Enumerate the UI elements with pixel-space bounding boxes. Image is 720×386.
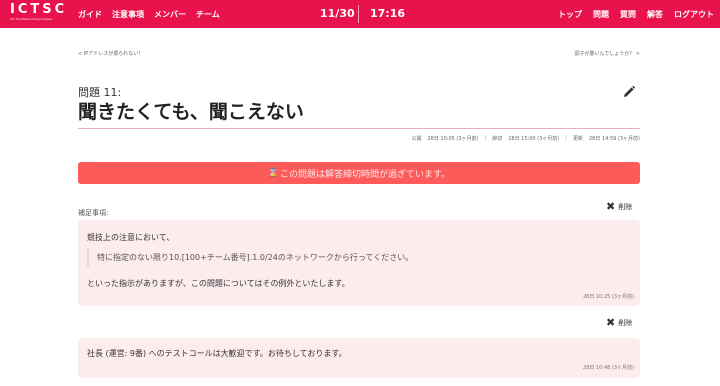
note-quote: 特に指定のない限り10.[100+チーム番号].1.0/24のネットワークから行… (87, 249, 507, 267)
meta-separator: | (484, 135, 487, 141)
nav-problems-link[interactable]: 問題 (593, 9, 609, 20)
published-label: 公開 (411, 136, 422, 142)
supplement-note: 競技上の注意において、 特に指定のない限り10.[100+チーム番号].1.0/… (78, 220, 640, 306)
alert-text: この問題は解答締切時間が過ぎています。 (280, 169, 451, 180)
supplement-note: 社長 (運営: 9番) へのテストコールは大歓迎です。お待ちしております。 28… (78, 338, 640, 378)
nav-team-link[interactable]: チーム (196, 9, 220, 20)
logo-subtext: ICT Troubleshooting Contest (10, 17, 53, 21)
close-icon: ✖ (606, 200, 616, 213)
deadline-value: 28日 15:00 (3ヶ月前) (508, 136, 560, 142)
delete-label: 削除 (618, 203, 633, 211)
nav-rules-link[interactable]: 注意事項 (112, 9, 144, 20)
contest-date: 11/30 (320, 7, 355, 20)
nav-answers-link[interactable]: 解答 (647, 9, 663, 20)
ictsc-logo[interactable]: ICTSC ICT Troubleshooting Contest (10, 3, 70, 25)
clock-divider (358, 5, 359, 23)
delete-note-button[interactable]: ✖ 削除 (606, 316, 633, 329)
prev-problem-link[interactable]: < IPアドレスが振られない！ (78, 50, 143, 57)
deadline-alert: ⌛ この問題は解答締切時間が過ぎています。 (78, 162, 640, 184)
contest-time: 17:16 (370, 7, 406, 20)
note-timestamp: 28日 10:48 (3ヶ月前) (582, 365, 634, 371)
nav-questions-link[interactable]: 質問 (620, 9, 636, 20)
problem-title: 聞きたくても、聞こえない (78, 101, 304, 123)
note-text: といった指示がありますが、この問題についてはその例外といたします。 (87, 279, 350, 288)
note-text: 社長 (運営: 9番) へのテストコールは大歓迎です。お待ちしております。 (87, 349, 347, 358)
pencil-icon[interactable] (622, 84, 636, 98)
nav-top-link[interactable]: トップ (558, 9, 582, 20)
problem-meta: 公開 28日 10:05 (3ヶ月前) | 締切 28日 15:00 (3ヶ月前… (411, 135, 640, 142)
updated-label: 更新 (572, 136, 583, 142)
hourglass-icon: ⌛ (267, 168, 280, 178)
nav-left: ガイド 注意事項 メンバー チーム (78, 0, 230, 28)
delete-label: 削除 (618, 319, 633, 327)
nav-right: トップ 問題 質問 解答 ログアウト (547, 0, 714, 28)
delete-note-button[interactable]: ✖ 削除 (606, 200, 633, 213)
deadline-label: 締切 (492, 136, 503, 142)
updated-value: 28日 14:59 (3ヶ月前) (588, 136, 640, 142)
meta-separator: | (565, 135, 567, 141)
logo-text: ICTSC (10, 2, 68, 17)
supplement-label: 補足事項: (78, 209, 109, 217)
next-problem-link[interactable]: 調子が悪いんでしょうか？ > (574, 50, 640, 57)
nav-guide-link[interactable]: ガイド (78, 9, 102, 20)
nav-logout-link[interactable]: ログアウト (674, 9, 714, 20)
note-timestamp: 28日 10:25 (3ヶ月前) (582, 294, 634, 300)
note-text: 競技上の注意において、 (87, 233, 175, 242)
title-divider (78, 128, 640, 129)
top-navbar: ICTSC ICT Troubleshooting Contest ガイド 注意… (0, 0, 720, 28)
published-value: 28日 10:05 (3ヶ月前) (427, 136, 479, 142)
nav-members-link[interactable]: メンバー (154, 9, 186, 20)
close-icon: ✖ (606, 316, 616, 329)
